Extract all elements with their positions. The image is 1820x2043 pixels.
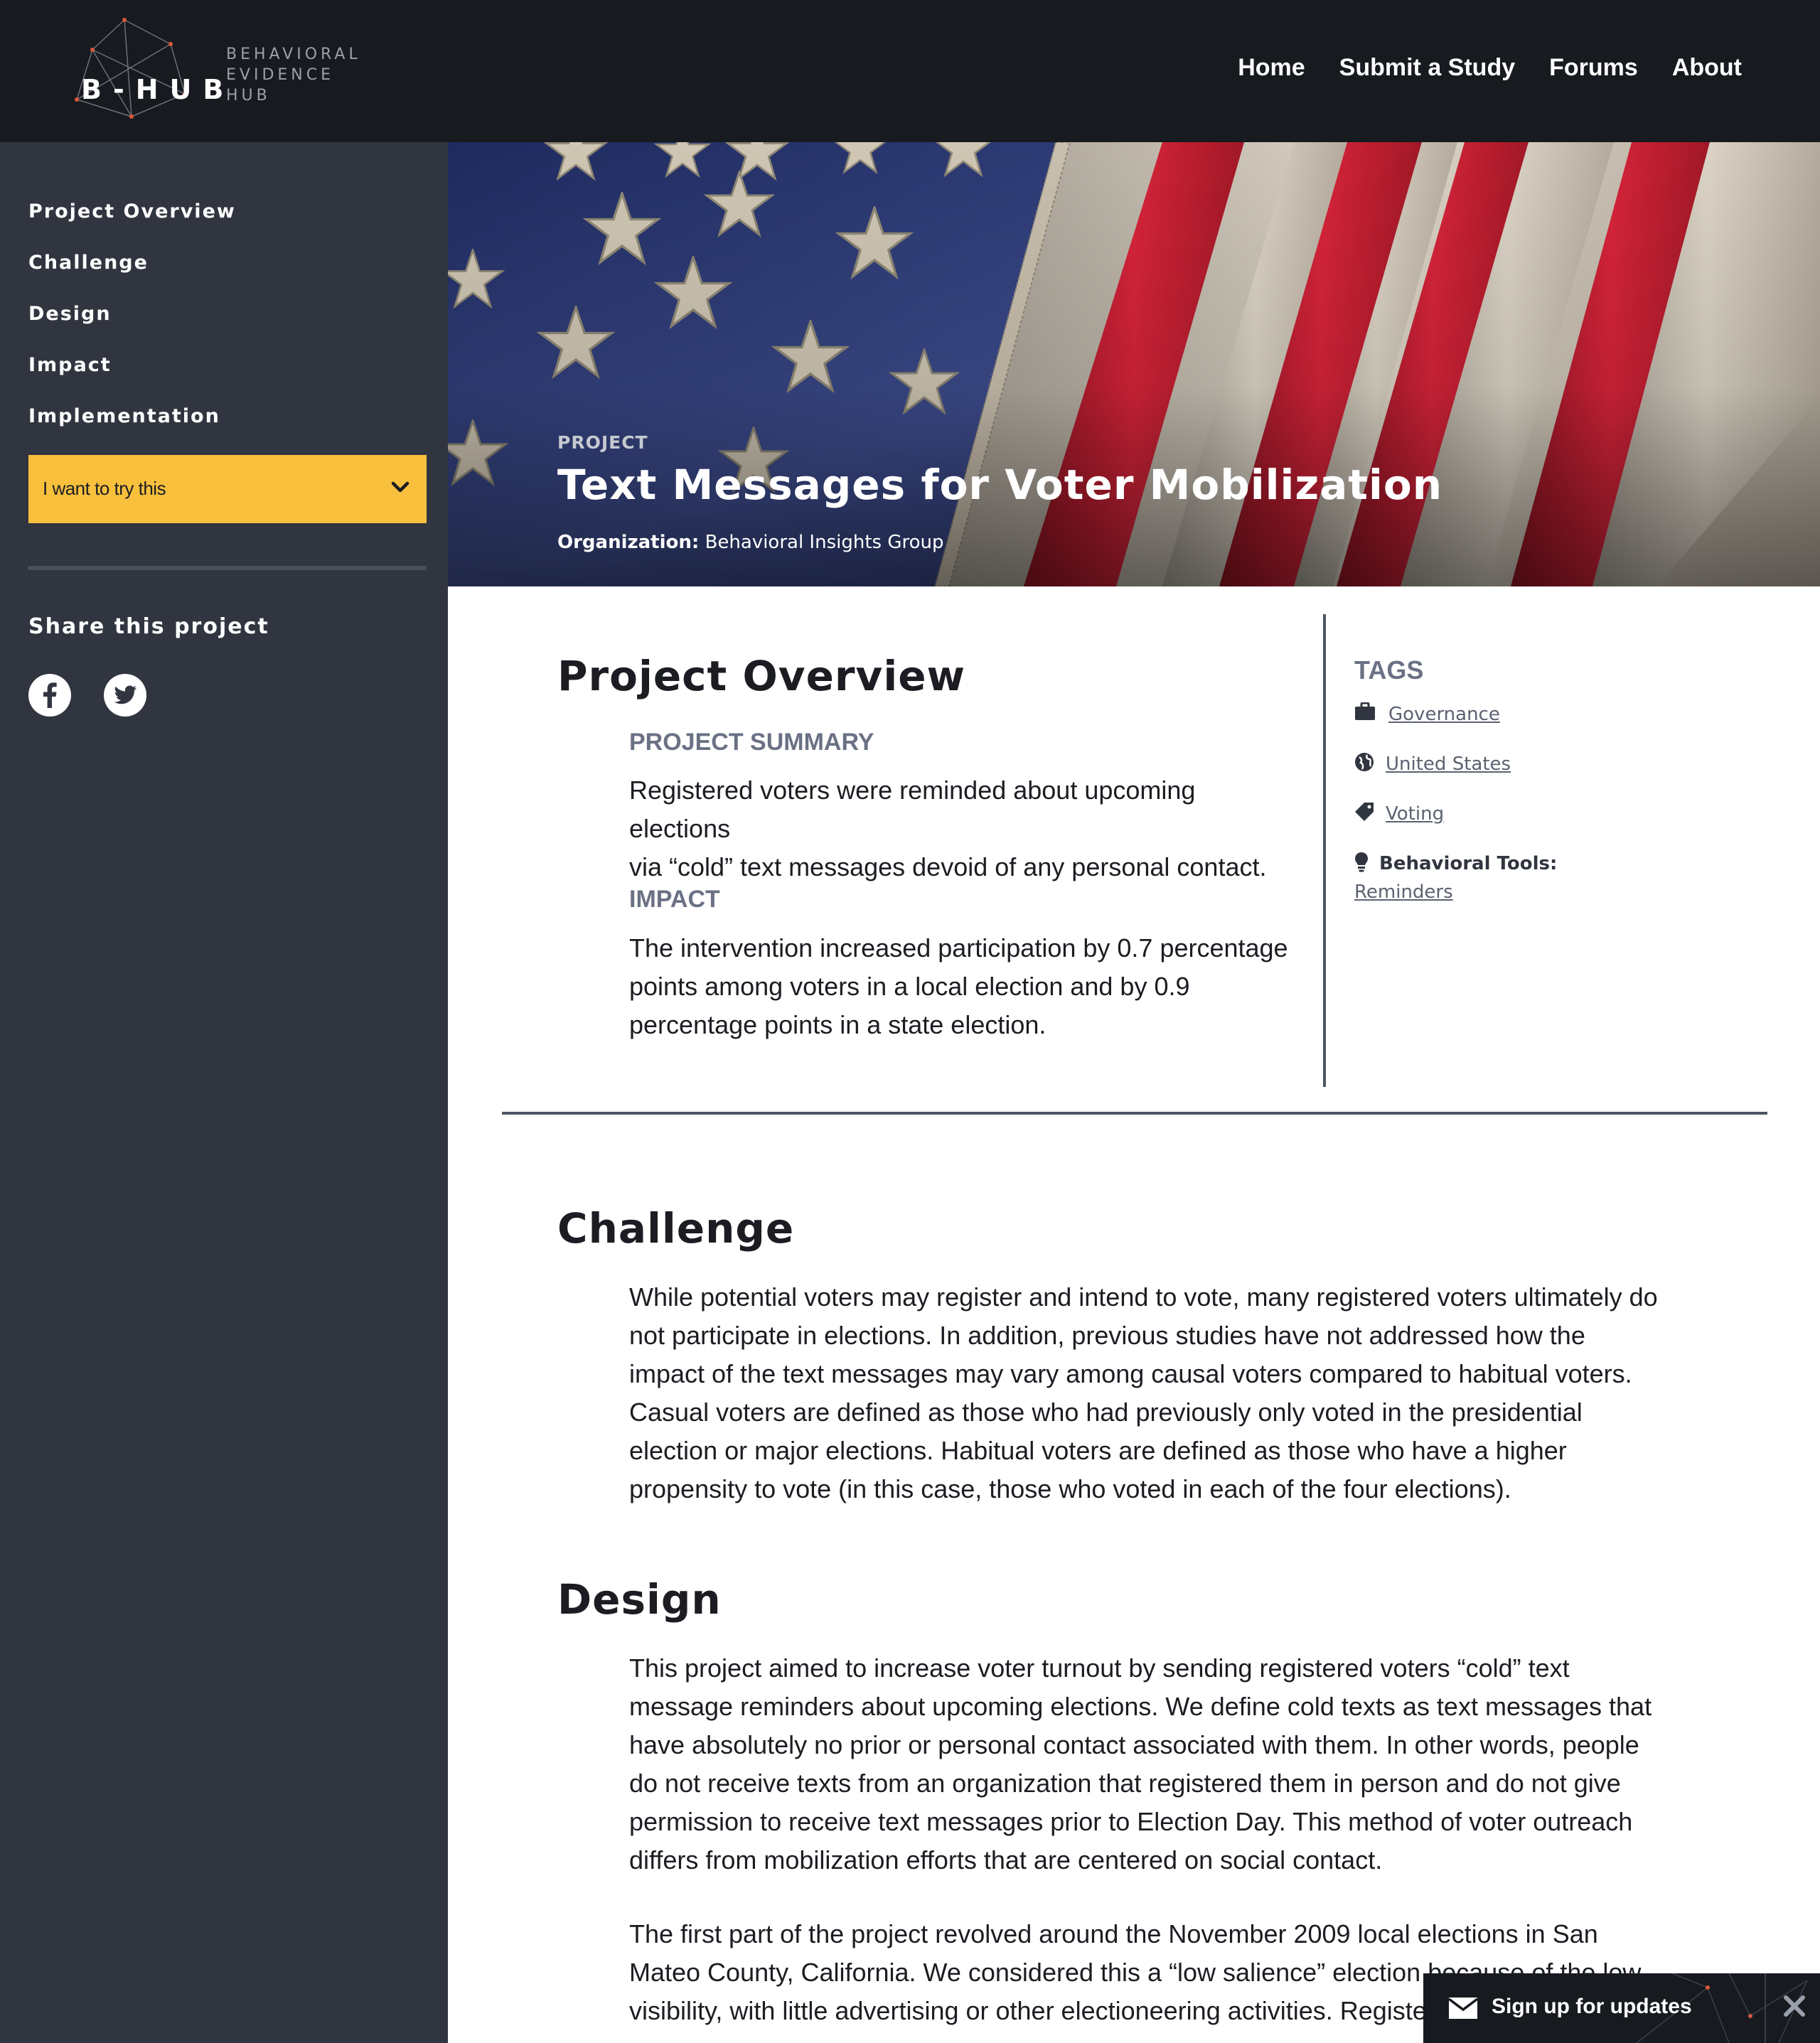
sidebar-item-impact[interactable]: Impact	[28, 354, 236, 405]
chevron-down-icon	[391, 481, 410, 493]
behavioral-tools-label: Behavioral Tools:	[1379, 853, 1558, 874]
sidebar-item-challenge[interactable]: Challenge	[28, 252, 236, 303]
text-line: have absolutely no prior or personal con…	[629, 1730, 1639, 1759]
project-summary-heading: PROJECT SUMMARY	[629, 729, 874, 756]
text-line: permission to receive text messages prio…	[629, 1807, 1633, 1836]
text-line: This project aimed to increase voter tur…	[629, 1653, 1570, 1683]
text-line: not participate in elections. In additio…	[629, 1321, 1585, 1350]
overview-tags-divider	[1323, 614, 1326, 1087]
globe-icon	[1355, 753, 1374, 771]
text-line: impact of the text messages may vary amo…	[629, 1359, 1632, 1388]
try-this-label: I want to try this	[43, 478, 166, 499]
try-this-dropdown[interactable]: I want to try this	[28, 455, 427, 523]
nav-home[interactable]: Home	[1238, 54, 1305, 82]
section-nav: Project Overview Challenge Design Impact…	[28, 200, 236, 456]
top-header: B-HUB BEHAVIORAL EVIDENCE HUB Home Submi…	[0, 0, 1820, 142]
text-line: Registered voters were reminded about up…	[629, 776, 1196, 843]
tag-behavioral-tools: Behavioral Tools: Reminders	[1354, 849, 1639, 903]
lightbulb-icon	[1355, 852, 1368, 872]
section-divider	[502, 1112, 1767, 1115]
text-line: Casual voters are defined as those who h…	[629, 1398, 1583, 1427]
tag-link-governance[interactable]: Governance	[1388, 704, 1500, 725]
tags-title: TAGS	[1354, 655, 1424, 685]
sidebar: Project Overview Challenge Design Impact…	[0, 142, 448, 2043]
sidebar-item-project-overview[interactable]: Project Overview	[28, 200, 236, 252]
logo-tagline: BEHAVIORAL EVIDENCE HUB	[226, 44, 361, 106]
sidebar-item-design[interactable]: Design	[28, 303, 236, 354]
flag-hero-image	[448, 142, 1820, 586]
signup-widget[interactable]: Sign up for updates	[1423, 1973, 1820, 2043]
briefcase-icon	[1355, 702, 1375, 720]
tag-link-reminders[interactable]: Reminders	[1354, 881, 1453, 903]
main-nav: Home Submit a Study Forums About	[1238, 54, 1742, 82]
bhub-logo[interactable]: B-HUB BEHAVIORAL EVIDENCE HUB	[71, 16, 370, 122]
facebook-icon[interactable]	[28, 674, 71, 717]
project-overview-heading: Project Overview	[557, 652, 966, 700]
organization-value: Behavioral Insights Group	[705, 532, 944, 553]
network-logo-graphic	[75, 18, 187, 119]
challenge-heading: Challenge	[557, 1204, 795, 1253]
organization-label: Organization:	[557, 532, 700, 553]
text-line: While potential voters may register and …	[629, 1282, 1658, 1312]
challenge-text: While potential voters may register and …	[629, 1278, 1696, 1508]
logo-tagline-line: EVIDENCE	[226, 66, 334, 84]
text-line: The first part of the project revolved a…	[629, 1919, 1598, 1948]
tag-country: United States	[1354, 749, 1639, 799]
tag-icon	[1355, 803, 1374, 821]
text-line: message reminders about upcoming electio…	[629, 1692, 1652, 1721]
text-line: via “cold” text messages devoid of any p…	[629, 852, 1267, 881]
logo-tagline-line: BEHAVIORAL	[226, 45, 361, 63]
text-line: points among voters in a local election …	[629, 972, 1190, 1001]
text-line: differs from mobilization efforts that a…	[629, 1845, 1383, 1875]
tag-link-country[interactable]: United States	[1386, 754, 1511, 775]
tag-link-topic[interactable]: Voting	[1386, 803, 1444, 825]
logo-wordmark: B-HUB	[81, 74, 235, 105]
design-heading: Design	[557, 1575, 722, 1624]
signup-separator	[1765, 1973, 1766, 2043]
sidebar-divider	[28, 566, 427, 570]
hero-banner: PROJECT Text Messages for Voter Mobiliza…	[448, 142, 1820, 586]
organization-line: Organization: Behavioral Insights Group	[557, 532, 944, 553]
share-title: Share this project	[28, 614, 269, 639]
logo-tagline-line: HUB	[226, 87, 271, 104]
project-summary-text: Registered voters were reminded about up…	[629, 771, 1297, 886]
hero-label: PROJECT	[557, 432, 648, 453]
mail-icon	[1449, 1998, 1477, 2019]
nav-forums[interactable]: Forums	[1549, 54, 1638, 82]
tag-governance: Governance	[1354, 699, 1639, 749]
nav-submit-study[interactable]: Submit a Study	[1339, 54, 1515, 82]
tag-topic: Voting	[1354, 799, 1639, 849]
text-line: do not receive texts from an organizatio…	[629, 1769, 1621, 1798]
close-icon[interactable]	[1782, 1993, 1807, 2019]
sidebar-item-implementation[interactable]: Implementation	[28, 405, 236, 456]
tags-panel: TAGS Governance United States Voting Beh…	[1354, 655, 1639, 903]
impact-heading: IMPACT	[629, 886, 720, 913]
nav-about[interactable]: About	[1672, 54, 1742, 82]
text-line: The intervention increased participation…	[629, 933, 1288, 962]
text-line: election or major elections. Habitual vo…	[629, 1436, 1567, 1465]
signup-label: Sign up for updates	[1492, 1995, 1692, 2018]
design-text-paragraph-1: This project aimed to increase voter tur…	[629, 1649, 1696, 1880]
twitter-icon[interactable]	[104, 674, 146, 717]
impact-text: The intervention increased participation…	[629, 929, 1297, 1044]
page-title: Text Messages for Voter Mobilization	[557, 461, 1442, 509]
text-line: percentage points in a state election.	[629, 1010, 1046, 1039]
text-line: propensity to vote (in this case, those …	[629, 1474, 1511, 1503]
